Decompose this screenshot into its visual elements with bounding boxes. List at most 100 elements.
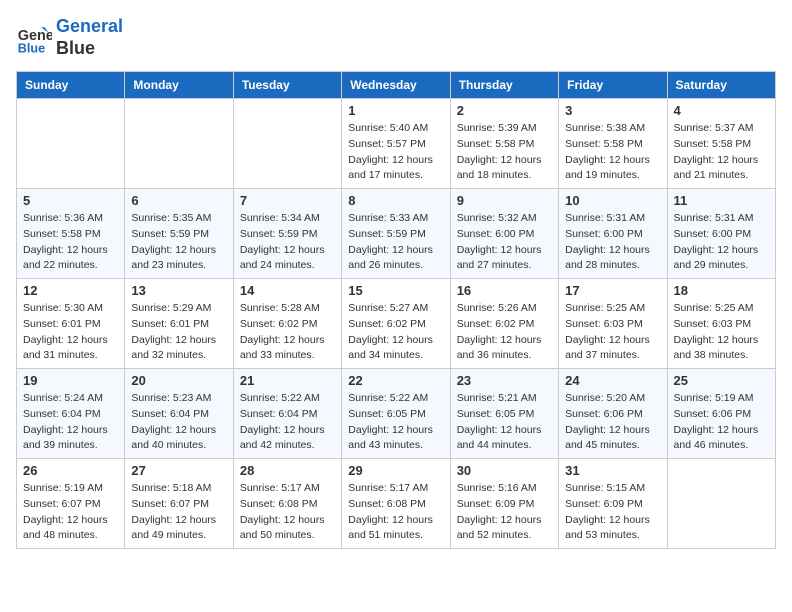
calendar-week-5: 26 Sunrise: 5:19 AMSunset: 6:07 PMDayligh… xyxy=(17,459,776,549)
calendar-cell: 6 Sunrise: 5:35 AMSunset: 5:59 PMDaylight… xyxy=(125,189,233,279)
calendar-cell: 4 Sunrise: 5:37 AMSunset: 5:58 PMDaylight… xyxy=(667,99,775,189)
calendar-cell: 15 Sunrise: 5:27 AMSunset: 6:02 PMDayligh… xyxy=(342,279,450,369)
day-number: 19 xyxy=(23,373,118,388)
day-info: Sunrise: 5:27 AMSunset: 6:02 PMDaylight:… xyxy=(348,301,443,364)
day-header-friday: Friday xyxy=(559,72,667,99)
day-number: 12 xyxy=(23,283,118,298)
day-header-tuesday: Tuesday xyxy=(233,72,341,99)
day-info: Sunrise: 5:31 AMSunset: 6:00 PMDaylight:… xyxy=(565,211,660,274)
calendar-cell: 10 Sunrise: 5:31 AMSunset: 6:00 PMDayligh… xyxy=(559,189,667,279)
day-info: Sunrise: 5:35 AMSunset: 5:59 PMDaylight:… xyxy=(131,211,226,274)
day-number: 7 xyxy=(240,193,335,208)
day-header-monday: Monday xyxy=(125,72,233,99)
calendar-cell: 18 Sunrise: 5:25 AMSunset: 6:03 PMDayligh… xyxy=(667,279,775,369)
day-header-thursday: Thursday xyxy=(450,72,558,99)
calendar-cell: 31 Sunrise: 5:15 AMSunset: 6:09 PMDayligh… xyxy=(559,459,667,549)
day-info: Sunrise: 5:31 AMSunset: 6:00 PMDaylight:… xyxy=(674,211,769,274)
calendar-cell: 20 Sunrise: 5:23 AMSunset: 6:04 PMDayligh… xyxy=(125,369,233,459)
calendar-week-1: 1Sunrise: 5:40 AMSunset: 5:57 PMDaylight… xyxy=(17,99,776,189)
day-number: 25 xyxy=(674,373,769,388)
day-number: 4 xyxy=(674,103,769,118)
day-number: 8 xyxy=(348,193,443,208)
calendar-header-row: SundayMondayTuesdayWednesdayThursdayFrid… xyxy=(17,72,776,99)
calendar-cell: 17 Sunrise: 5:25 AMSunset: 6:03 PMDayligh… xyxy=(559,279,667,369)
calendar-cell xyxy=(667,459,775,549)
calendar-cell: 1Sunrise: 5:40 AMSunset: 5:57 PMDaylight… xyxy=(342,99,450,189)
day-info: Sunrise: 5:22 AMSunset: 6:04 PMDaylight:… xyxy=(240,391,335,454)
day-info: Sunrise: 5:24 AMSunset: 6:04 PMDaylight:… xyxy=(23,391,118,454)
day-number: 29 xyxy=(348,463,443,478)
calendar-cell: 19 Sunrise: 5:24 AMSunset: 6:04 PMDayligh… xyxy=(17,369,125,459)
day-number: 3 xyxy=(565,103,660,118)
day-number: 2 xyxy=(457,103,552,118)
day-number: 31 xyxy=(565,463,660,478)
day-number: 15 xyxy=(348,283,443,298)
logo-text: GeneralBlue xyxy=(56,16,123,59)
calendar-week-2: 5 Sunrise: 5:36 AMSunset: 5:58 PMDaylight… xyxy=(17,189,776,279)
day-info: Sunrise: 5:32 AMSunset: 6:00 PMDaylight:… xyxy=(457,211,552,274)
calendar-cell: 9 Sunrise: 5:32 AMSunset: 6:00 PMDaylight… xyxy=(450,189,558,279)
day-info: Sunrise: 5:25 AMSunset: 6:03 PMDaylight:… xyxy=(565,301,660,364)
day-info: Sunrise: 5:22 AMSunset: 6:05 PMDaylight:… xyxy=(348,391,443,454)
day-info: Sunrise: 5:19 AMSunset: 6:06 PMDaylight:… xyxy=(674,391,769,454)
calendar-week-3: 12 Sunrise: 5:30 AMSunset: 6:01 PMDayligh… xyxy=(17,279,776,369)
day-info: Sunrise: 5:26 AMSunset: 6:02 PMDaylight:… xyxy=(457,301,552,364)
calendar-cell: 5 Sunrise: 5:36 AMSunset: 5:58 PMDaylight… xyxy=(17,189,125,279)
calendar-cell: 30 Sunrise: 5:16 AMSunset: 6:09 PMDayligh… xyxy=(450,459,558,549)
calendar-cell xyxy=(125,99,233,189)
day-number: 20 xyxy=(131,373,226,388)
day-info: Sunrise: 5:25 AMSunset: 6:03 PMDaylight:… xyxy=(674,301,769,364)
day-info: Sunrise: 5:17 AMSunset: 6:08 PMDaylight:… xyxy=(240,481,335,544)
day-number: 16 xyxy=(457,283,552,298)
day-info: Sunrise: 5:38 AMSunset: 5:58 PMDaylight:… xyxy=(565,121,660,184)
day-info: Sunrise: 5:30 AMSunset: 6:01 PMDaylight:… xyxy=(23,301,118,364)
calendar-cell: 13Sunrise: 5:29 AMSunset: 6:01 PMDayligh… xyxy=(125,279,233,369)
calendar-cell: 25 Sunrise: 5:19 AMSunset: 6:06 PMDayligh… xyxy=(667,369,775,459)
calendar-cell: 22 Sunrise: 5:22 AMSunset: 6:05 PMDayligh… xyxy=(342,369,450,459)
calendar-cell: 16 Sunrise: 5:26 AMSunset: 6:02 PMDayligh… xyxy=(450,279,558,369)
logo: General Blue GeneralBlue xyxy=(16,16,123,59)
day-number: 1 xyxy=(348,103,443,118)
day-info: Sunrise: 5:36 AMSunset: 5:58 PMDaylight:… xyxy=(23,211,118,274)
day-info: Sunrise: 5:29 AMSunset: 6:01 PMDaylight:… xyxy=(131,301,226,364)
day-info: Sunrise: 5:37 AMSunset: 5:58 PMDaylight:… xyxy=(674,121,769,184)
calendar-cell: 24Sunrise: 5:20 AMSunset: 6:06 PMDayligh… xyxy=(559,369,667,459)
day-header-wednesday: Wednesday xyxy=(342,72,450,99)
day-number: 23 xyxy=(457,373,552,388)
calendar-cell: 27Sunrise: 5:18 AMSunset: 6:07 PMDayligh… xyxy=(125,459,233,549)
day-info: Sunrise: 5:39 AMSunset: 5:58 PMDaylight:… xyxy=(457,121,552,184)
day-info: Sunrise: 5:15 AMSunset: 6:09 PMDaylight:… xyxy=(565,481,660,544)
calendar-cell xyxy=(233,99,341,189)
calendar-cell: 11Sunrise: 5:31 AMSunset: 6:00 PMDayligh… xyxy=(667,189,775,279)
day-info: Sunrise: 5:33 AMSunset: 5:59 PMDaylight:… xyxy=(348,211,443,274)
day-info: Sunrise: 5:19 AMSunset: 6:07 PMDaylight:… xyxy=(23,481,118,544)
calendar-cell: 29Sunrise: 5:17 AMSunset: 6:08 PMDayligh… xyxy=(342,459,450,549)
page-header: General Blue GeneralBlue xyxy=(16,16,776,59)
day-number: 5 xyxy=(23,193,118,208)
day-info: Sunrise: 5:28 AMSunset: 6:02 PMDaylight:… xyxy=(240,301,335,364)
day-number: 14 xyxy=(240,283,335,298)
calendar-cell: 8 Sunrise: 5:33 AMSunset: 5:59 PMDaylight… xyxy=(342,189,450,279)
day-number: 28 xyxy=(240,463,335,478)
day-number: 22 xyxy=(348,373,443,388)
day-number: 17 xyxy=(565,283,660,298)
day-number: 6 xyxy=(131,193,226,208)
day-info: Sunrise: 5:23 AMSunset: 6:04 PMDaylight:… xyxy=(131,391,226,454)
logo-icon: General Blue xyxy=(16,20,52,56)
day-info: Sunrise: 5:16 AMSunset: 6:09 PMDaylight:… xyxy=(457,481,552,544)
calendar-table: SundayMondayTuesdayWednesdayThursdayFrid… xyxy=(16,71,776,549)
day-number: 30 xyxy=(457,463,552,478)
svg-text:Blue: Blue xyxy=(18,41,45,55)
day-number: 10 xyxy=(565,193,660,208)
day-number: 26 xyxy=(23,463,118,478)
day-info: Sunrise: 5:34 AMSunset: 5:59 PMDaylight:… xyxy=(240,211,335,274)
day-number: 9 xyxy=(457,193,552,208)
calendar-cell xyxy=(17,99,125,189)
calendar-week-4: 19 Sunrise: 5:24 AMSunset: 6:04 PMDayligh… xyxy=(17,369,776,459)
day-number: 18 xyxy=(674,283,769,298)
calendar-cell: 2 Sunrise: 5:39 AMSunset: 5:58 PMDaylight… xyxy=(450,99,558,189)
calendar-cell: 14 Sunrise: 5:28 AMSunset: 6:02 PMDayligh… xyxy=(233,279,341,369)
calendar-cell: 23 Sunrise: 5:21 AMSunset: 6:05 PMDayligh… xyxy=(450,369,558,459)
day-number: 21 xyxy=(240,373,335,388)
day-info: Sunrise: 5:21 AMSunset: 6:05 PMDaylight:… xyxy=(457,391,552,454)
